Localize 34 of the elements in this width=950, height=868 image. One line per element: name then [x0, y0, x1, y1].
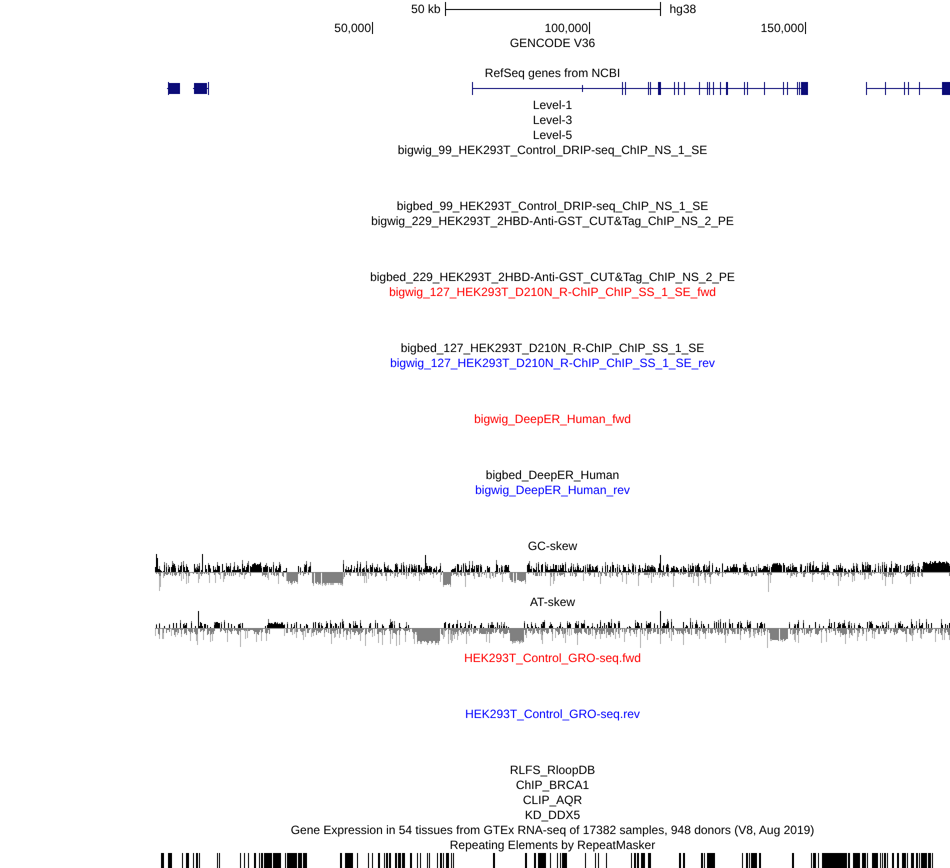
track-label: Repeating Elements by RepeatMasker — [450, 838, 656, 852]
scale-label: 50 kb — [411, 2, 442, 16]
track-label: bigwig_127_HEK293T_D210N_R-ChIP_ChIP_SS_1_SE_fwd — [389, 284, 716, 300]
assembly-label: hg38 — [668, 2, 696, 16]
gene-model[interactable] — [167, 82, 180, 94]
track-label: bigwig_DeepER_Human_rev — [475, 482, 630, 498]
track-label: Gene Expression in 54 tissues from GTEx RNA-seq of 17382 samples, 948 donors (V8, Aug 2019) — [290, 822, 814, 838]
track-label: Level-1 — [532, 98, 572, 112]
track-label: bigbed_99_HEK293T_Control_DRIP-seq_ChIP_NS_1_SE — [396, 198, 708, 214]
gene-model[interactable] — [193, 82, 209, 94]
track-label: HEK293T_Control_GRO-seq.fwd — [464, 650, 641, 666]
track-label: Level-5 — [532, 128, 572, 142]
track-label: HEK293T_Control_GRO-seq.rev — [465, 706, 640, 722]
track-label: bigbed_DeepER_Human — [486, 468, 620, 482]
track-label: RefSeq genes from NCBI — [484, 66, 620, 80]
gene-model[interactable] — [472, 82, 808, 94]
track-label: Level-3 — [532, 112, 572, 128]
ruler-position-label: 150,000 — [760, 22, 806, 34]
track-label: GC-skew — [528, 538, 578, 554]
track-label: AT-skew — [530, 594, 576, 610]
track-label: bigwig_DeepER_Human_fwd — [474, 412, 631, 426]
track-label: bigbed_127_HEK293T_D210N_R-ChIP_ChIP_SS_1_SE — [400, 340, 704, 356]
track-label: bigwig_127_HEK293T_D210N_R-ChIP_ChIP_SS_1_SE_rev — [390, 356, 715, 370]
gene-model[interactable] — [866, 82, 950, 94]
track-label: ChIP_BRCA1 — [516, 778, 590, 792]
track-label: bigwig_229_HEK293T_2HBD-Anti-GST_CUT&Tag_ChIP_NS_2_PE — [371, 214, 734, 228]
ruler-position-label: 50,000 — [334, 22, 373, 34]
ruler-position-label: 100,000 — [544, 22, 590, 34]
track-label: GENCODE V36 — [510, 36, 596, 50]
track-label: KD_DDX5 — [524, 808, 580, 822]
track-label: CLIP_AQR — [522, 792, 582, 808]
track-label: bigbed_229_HEK293T_2HBD-Anti-GST_CUT&Tag_ChIP_NS_2_PE — [370, 270, 735, 284]
track-label: bigwig_99_HEK293T_Control_DRIP-seq_ChIP_NS_1_SE — [398, 142, 708, 158]
track-label: RLFS_RloopDB — [510, 762, 596, 778]
